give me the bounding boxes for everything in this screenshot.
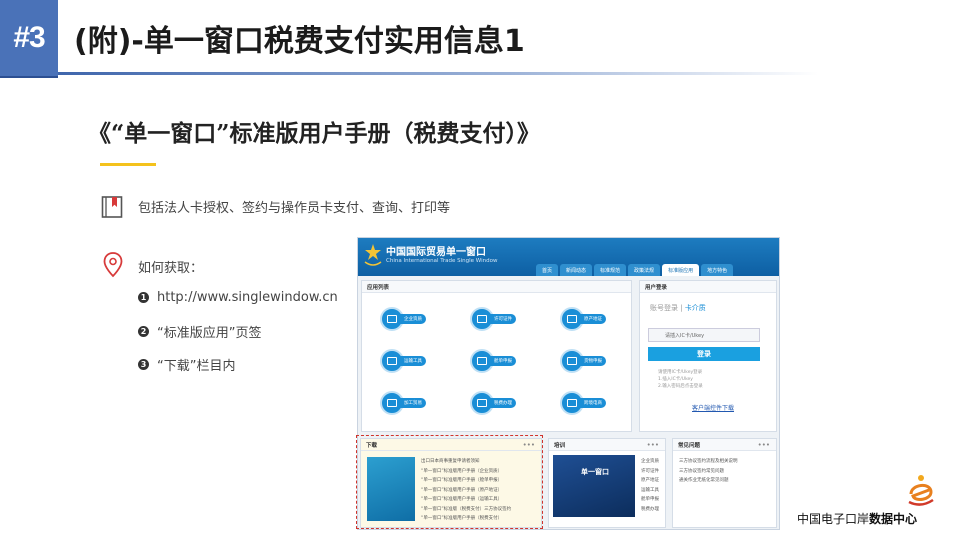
step-number: 1 [138,292,149,303]
more-icon[interactable]: ••• [647,441,659,449]
app-item[interactable]: 许可证件 [470,307,516,331]
footer-brand: 中国电子口岸数据中心 [797,510,917,527]
step-2: 2 “标准版应用”页签 [138,322,261,341]
download-highlight-box [356,435,543,529]
step-3: 3 “下载”栏目内 [138,355,235,374]
tab-card-login[interactable]: 卡介质 [685,304,706,312]
location-pin-icon [103,252,123,278]
eport-logo-icon [908,475,934,506]
header-divider-dark [0,76,58,78]
app-item[interactable]: 跨境电商 [560,391,606,415]
how-to-obtain-label: 如何获取： [138,261,204,276]
book-icon [101,196,123,218]
app-item[interactable]: 税费办理 [470,391,516,415]
tab-standard-apps[interactable]: 标准版应用 [662,264,700,276]
app-item[interactable]: 企业资质 [380,307,426,331]
list-item[interactable]: 三方协议签约常见问题 [679,467,738,477]
accent-underline [100,163,156,166]
login-tabs: 账号登录 | 卡介质 [650,304,706,312]
login-header: 用户登录 [640,281,776,293]
slide: #3 (附)-单一窗口税费支付实用信息1 《“单一窗口”标准版用户手册（税费支付… [0,0,960,540]
footer-text-b: 数据中心 [869,512,918,526]
tab-account-login[interactable]: 账号登录 [650,304,678,312]
apps-header: 应用列表 [362,281,631,293]
step-text: “标准版应用”页签 [157,326,262,341]
app-item[interactable]: 运输工具 [380,349,426,373]
manual-contents: 包括法人卡授权、签约与操作员卡支付、查询、打印等 [138,201,451,216]
app-item[interactable]: 货物申报 [560,349,606,373]
client-download-link[interactable]: 客户端控件下载 [692,403,734,412]
faq-panel: 常见问题 ••• 三方协议签约流程及相关说明 三方协议签约常见问题 通关作业无纸… [672,438,777,528]
login-button[interactable]: 登录 [648,347,760,361]
list-item[interactable]: 原产地证 [641,476,659,486]
list-item[interactable]: 税费办理 [641,505,659,515]
page-title: (附)-单一窗口税费支付实用信息1 [74,24,525,59]
login-notes: 请使用IC卡/Ukey登录 1.插入IC卡/Ukey 2.输入密码后点击登录 [658,370,703,389]
step-number: 2 [138,326,149,337]
step-text: “下载”栏目内 [157,359,236,374]
list-item[interactable]: 许可证件 [641,467,659,477]
app-item[interactable]: 原产地证 [560,307,606,331]
login-panel: 用户登录 账号登录 | 卡介质 请插入IC卡/Ukey 登录 请使用IC卡/Uk… [639,280,777,432]
tab-home[interactable]: 首页 [536,264,559,276]
list-item[interactable]: 通关作业无纸化常见问题 [679,476,738,486]
emblem-icon [364,244,382,266]
training-image: 单一窗口 [553,455,635,517]
faq-list: 三方协议签约流程及相关说明 三方协议签约常见问题 通关作业无纸化常见问题 [679,457,738,486]
app-item[interactable]: 舱单申报 [470,349,516,373]
step-1: 1 http://www.singlewindow.cn [138,290,338,305]
site-title: 中国国际贸易单一窗口 [386,247,486,258]
more-icon[interactable]: ••• [758,441,770,449]
step-number: 3 [138,359,149,370]
site-nav: 首页 新闻动态 标准规范 政策法规 标准版应用 地方特色 [536,264,734,276]
list-item[interactable]: 运输工具 [641,486,659,496]
card-input[interactable]: 请插入IC卡/Ukey [648,328,760,342]
header-divider [58,72,818,75]
tab-news[interactable]: 新闻动态 [560,264,593,276]
list-item[interactable]: 三方协议签约流程及相关说明 [679,457,738,467]
tab-local[interactable]: 地方特色 [701,264,734,276]
tab-policies[interactable]: 政策法规 [628,264,661,276]
step-text[interactable]: http://www.singlewindow.cn [157,290,338,305]
section-badge: #3 [0,0,58,76]
list-item[interactable]: 舱单申报 [641,495,659,505]
app-item[interactable]: 加工贸易 [380,391,426,415]
apps-panel: 应用列表 企业资质 许可证件 原产地证 运输工具 舱单申报 货物申报 加工贸易 … [361,280,632,432]
training-image-text: 单一窗口 [581,468,609,476]
site-subtitle: China International Trade Single Window [386,258,498,264]
tab-standards[interactable]: 标准规范 [594,264,627,276]
list-item[interactable]: 企业资质 [641,457,659,467]
training-list: 企业资质 许可证件 原产地证 运输工具 舱单申报 税费办理 [641,457,659,514]
training-panel: 培训 ••• 单一窗口 企业资质 许可证件 原产地证 运输工具 舱单申报 税费办… [548,438,666,528]
site-header: 中国国际贸易单一窗口 China International Trade Sin… [358,238,779,276]
manual-title: 《“单一窗口”标准版用户手册（税费支付）》 [88,120,540,147]
footer-text-a: 中国电子口岸 [797,512,870,526]
